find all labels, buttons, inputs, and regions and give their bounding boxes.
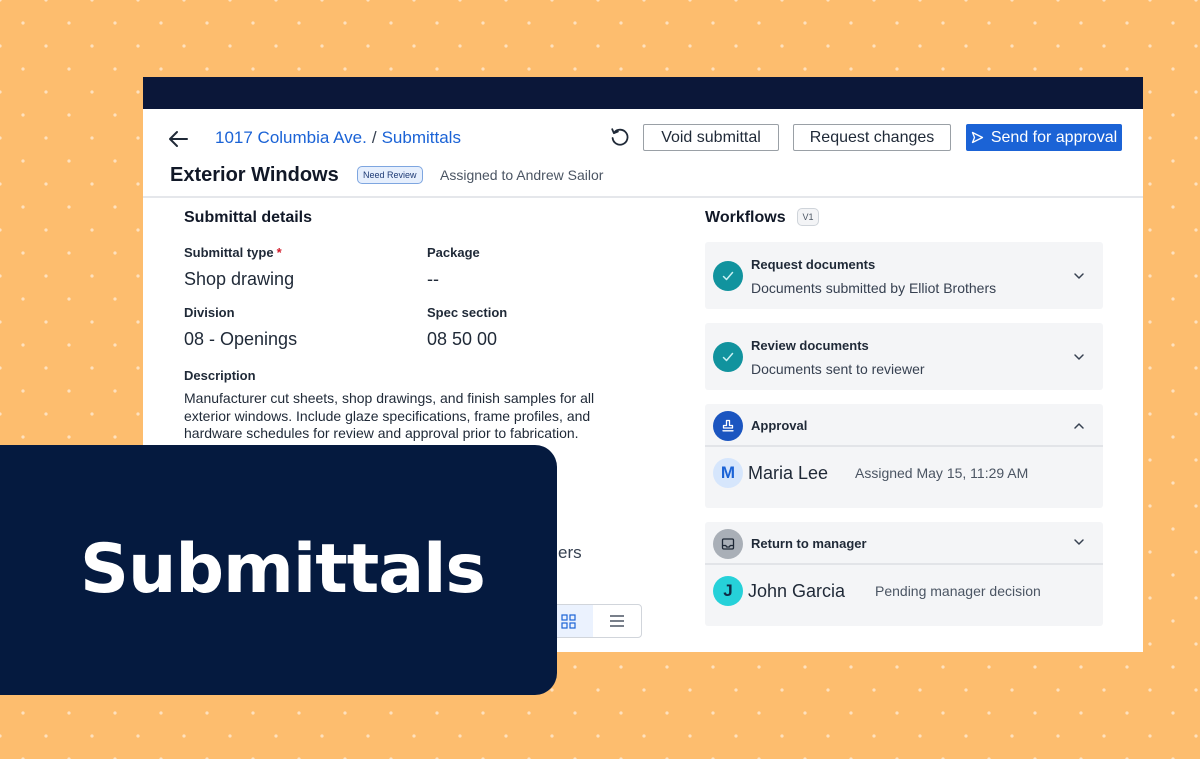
request-changes-button[interactable]: Request changes xyxy=(793,124,951,151)
step-title: Return to manager xyxy=(751,536,867,551)
assigned-to-text: Assigned to Andrew Sailor xyxy=(440,167,604,183)
workflows-heading: Workflows xyxy=(705,209,786,226)
list-view-button[interactable] xyxy=(593,605,642,637)
page-title: Exterior Windows xyxy=(170,164,339,186)
submittal-type-label: Submittal type * xyxy=(184,245,282,260)
check-icon xyxy=(722,271,734,281)
grid-icon xyxy=(561,613,576,629)
step-complete-indicator xyxy=(713,342,743,372)
step-active-indicator xyxy=(713,411,743,441)
required-marker: * xyxy=(276,245,282,260)
package-label: Package xyxy=(427,245,480,260)
chevron-down-icon[interactable] xyxy=(1072,535,1086,549)
workflow-step-approval[interactable]: Approval M Maria Lee Assigned May 15, 11… xyxy=(705,404,1103,508)
description-value: Manufacturer cut sheets, shop drawings, … xyxy=(184,390,595,441)
submittal-type-label-text: Submittal type xyxy=(184,245,274,260)
chevron-down-icon[interactable] xyxy=(1072,350,1086,364)
step-title: Review documents xyxy=(751,338,869,353)
submittal-type-value: Shop drawing xyxy=(184,269,295,289)
top-nav-bar xyxy=(143,77,1143,109)
back-arrow-icon[interactable] xyxy=(167,128,189,150)
chevron-down-icon[interactable] xyxy=(1072,269,1086,283)
breadcrumb-section-link[interactable]: Submittals xyxy=(382,128,461,147)
step-title: Request documents xyxy=(751,257,876,272)
breadcrumb: 1017 Columbia Ave. / Submittals xyxy=(215,128,461,148)
inbox-icon xyxy=(721,538,735,550)
step-pending-indicator xyxy=(713,529,743,559)
check-icon xyxy=(722,352,734,362)
version-badge: V1 xyxy=(797,208,819,226)
spec-section-value: 08 50 00 xyxy=(427,329,498,349)
send-icon xyxy=(971,131,983,144)
assignee-meta: Pending manager decision xyxy=(875,583,1041,599)
spec-section-label: Spec section xyxy=(427,305,508,320)
card-divider xyxy=(705,445,1103,447)
avatar: M xyxy=(713,458,743,488)
step-complete-indicator xyxy=(713,261,743,291)
division-value: 08 - Openings xyxy=(184,329,298,349)
step-subtitle: Documents sent to reviewer xyxy=(751,361,925,377)
assignee-meta: Assigned May 15, 11:29 AM xyxy=(855,465,1029,481)
step-subtitle: Documents submitted by Elliot Brothers xyxy=(751,280,997,296)
division-label: Division xyxy=(184,305,235,320)
card-divider xyxy=(705,563,1103,565)
workflow-step-return-to-manager[interactable]: Return to manager J John Garcia Pending … xyxy=(705,522,1103,626)
chevron-up-icon[interactable] xyxy=(1072,419,1086,433)
list-icon xyxy=(609,615,624,627)
workflow-step-request-documents[interactable]: Request documents Documents submitted by… xyxy=(705,242,1103,309)
refresh-icon[interactable] xyxy=(609,126,631,148)
send-for-approval-button[interactable]: Send for approval xyxy=(966,124,1122,151)
avatar: J xyxy=(713,576,743,606)
overlay-title: Submittals xyxy=(80,530,486,609)
description-label: Description xyxy=(184,368,256,383)
stamp-icon xyxy=(722,419,734,432)
status-badge: Need Review xyxy=(357,166,423,184)
header-divider xyxy=(143,196,1143,198)
submittal-details-heading: Submittal details xyxy=(184,209,313,226)
send-for-approval-label: Send for approval xyxy=(990,128,1118,146)
workflow-step-review-documents[interactable]: Review documents Documents sent to revie… xyxy=(705,323,1103,390)
breadcrumb-separator: / xyxy=(371,128,377,147)
assignee-name: Maria Lee xyxy=(748,463,829,483)
step-title: Approval xyxy=(751,418,808,433)
package-value: -- xyxy=(427,269,439,289)
partial-text: ers xyxy=(558,543,582,562)
void-submittal-button[interactable]: Void submittal xyxy=(643,124,779,151)
view-toggle xyxy=(543,604,642,638)
assignee-name: John Garcia xyxy=(748,581,846,601)
breadcrumb-project-link[interactable]: 1017 Columbia Ave. xyxy=(215,128,367,147)
